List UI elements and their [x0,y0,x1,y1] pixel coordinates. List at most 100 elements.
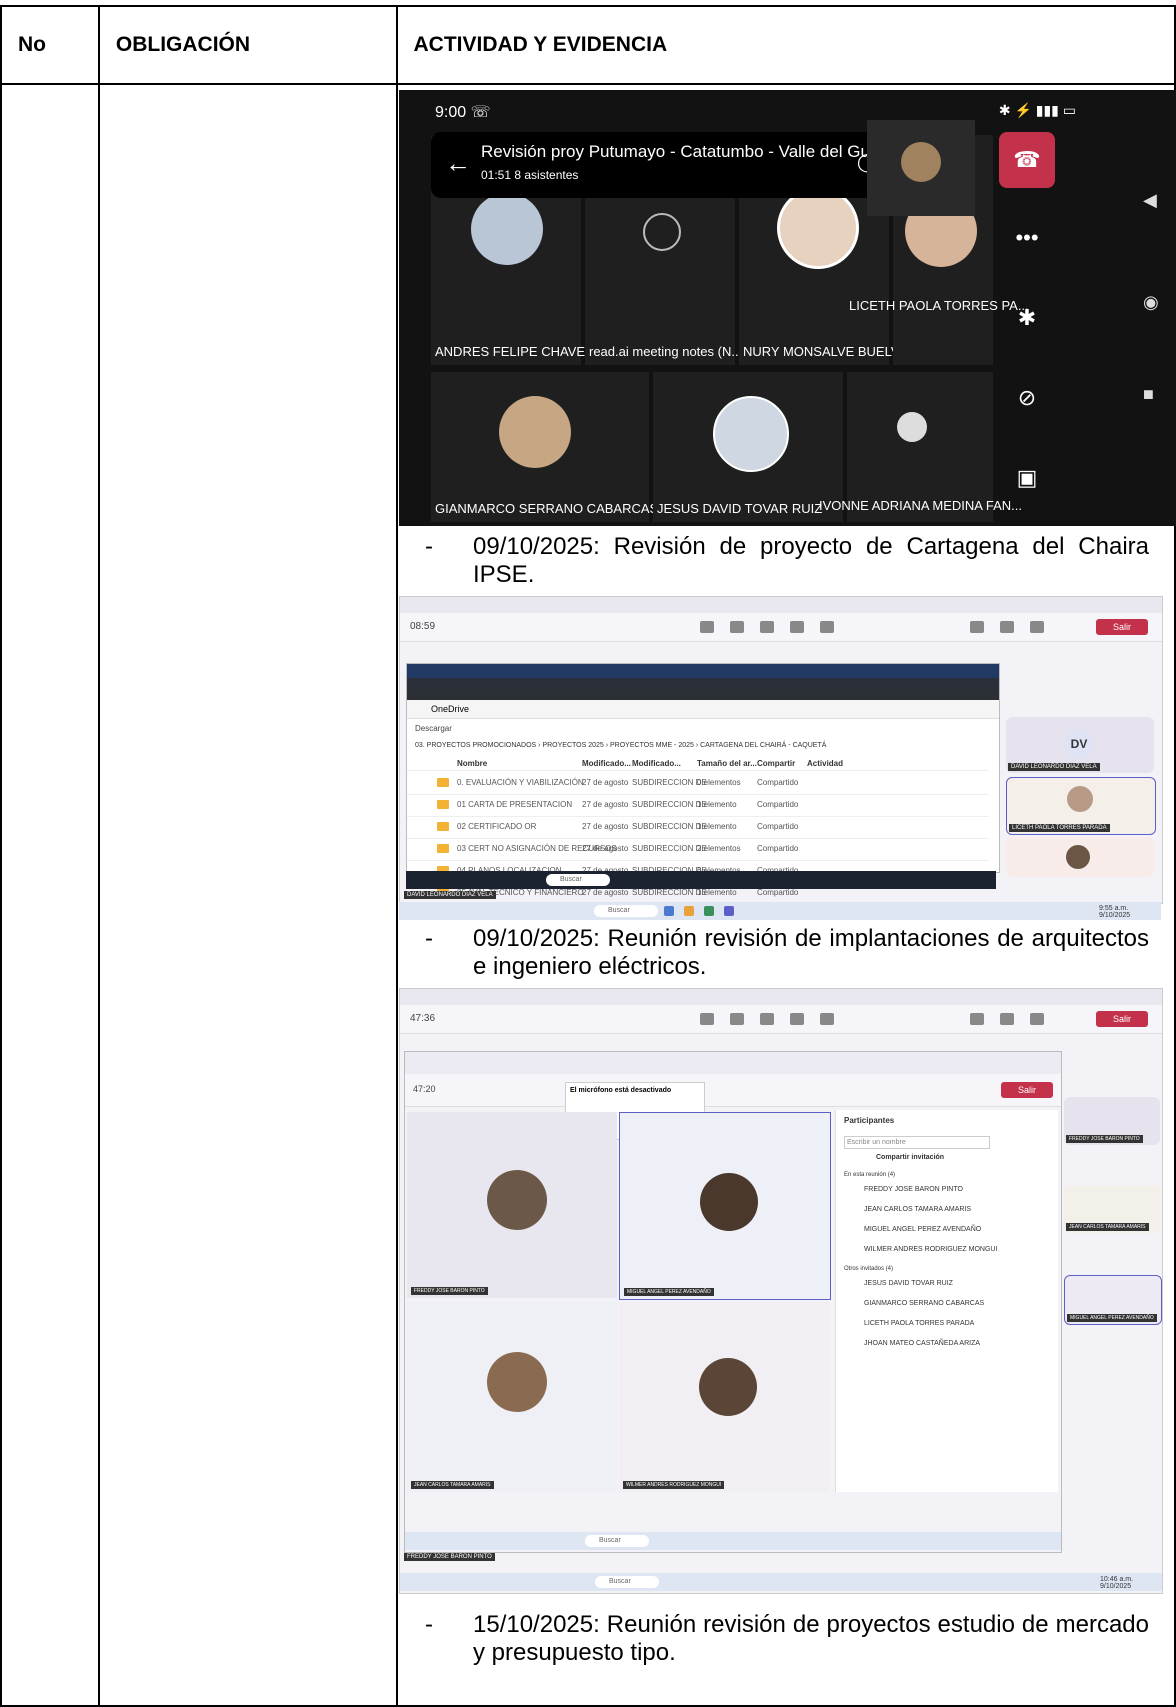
participant-item[interactable]: FREDDY JOSE BARON PINTO [864,1186,963,1193]
file-date: 27 de agosto [582,822,629,831]
mic-off-icon[interactable]: ⊘ [999,370,1055,426]
others-header: Otros invitados (4) [844,1266,894,1272]
camera-icon[interactable] [970,1013,984,1025]
chat-icon[interactable] [700,621,714,633]
participant-name: NURY MONSALVE BUELVAS [743,344,916,359]
back-arrow-icon[interactable]: ← [445,148,471,179]
os-taskbar: Buscar 9:55 a.m. 9/10/2025 [399,902,1161,920]
clock-time: 10:46 a.m. [1100,1576,1134,1583]
hangup-icon[interactable]: ☎ [999,132,1055,188]
raise-hand-icon[interactable] [760,1013,774,1025]
file-size: 1 elemento [697,800,737,809]
activity-entry: - 15/10/2025: Reunión revisión de proyec… [425,1611,1165,1671]
video-tile: WILMER ANDRES RODRIGUEZ MONGUI [619,1302,829,1492]
phone-status-time: 9:00 ☏ [435,102,491,122]
file-size: 2 elementos [697,844,741,853]
taskbar-search[interactable]: Buscar [594,905,658,917]
onedrive-meeting-screenshot: 08:59 Salir OneDrive Descargar 03. PROYE… [399,596,1163,904]
nav-recent-icon[interactable]: ■ [1143,384,1154,405]
notice-title: El micrófono está desactivado [570,1087,672,1094]
teams-icon[interactable] [724,906,734,916]
participant-item[interactable]: LICETH PAOLA TORRES PARADA [864,1320,974,1327]
user-icon [897,412,927,442]
side-participant-tile: LICETH PAOLA TORRES PARADA [1006,777,1156,835]
activity-text: 15/10/2025: Reunión revisión de proyecto… [473,1611,1149,1666]
participants-panel: Participantes Escribir un nombre Compart… [835,1110,1058,1492]
initials-avatar: DV [1064,729,1094,759]
avatar [699,1358,757,1416]
mic-icon[interactable] [1000,621,1014,633]
nav-back-icon[interactable]: ◀ [1143,190,1157,211]
meeting-clock: 08:59 [410,621,436,632]
file-row[interactable]: 0. EVALUACIÓN Y VIABILIZACIÓN 27 de agost… [407,772,989,795]
avatar [777,187,859,269]
mic-icon[interactable] [1000,1013,1014,1025]
col-modified-by[interactable]: Modificado... [632,759,681,768]
avatar [901,142,941,182]
col-modified[interactable]: Modificado... [582,759,631,768]
col-size[interactable]: Tamaño del ar... [697,759,757,768]
side-participant-tile: DV DAVID LEONARDO DIAZ VELA [1006,717,1154,773]
meeting-clock: 47:36 [410,1013,436,1024]
raise-hand-icon[interactable] [760,621,774,633]
app-name: OneDrive [431,704,470,714]
inner-leave-button[interactable]: Salir [1001,1082,1053,1098]
col-name[interactable]: Nombre [457,759,487,768]
meeting-toolbar: 47:36 Salir [400,1005,1162,1034]
nav-home-icon[interactable]: ◉ [1143,292,1159,313]
share-invite-button[interactable]: Compartir invitación [876,1154,944,1161]
chat-icon[interactable] [700,1013,714,1025]
panel-title: Participantes [844,1116,895,1125]
col-activity[interactable]: Actividad [807,759,843,768]
view-icon[interactable] [820,621,834,633]
breadcrumb: 03. PROYECTOS PROMOCIONADOS › PROYECTOS … [415,742,827,749]
taskbar-search[interactable]: Buscar [546,874,610,886]
file-row[interactable]: 02 CERTIFICADO OR 27 de agosto SUBDIRECCIO… [407,816,989,839]
file-row[interactable]: 03 CERT NO ASIGNACIÓN DE RECURSOS 27 de a… [407,838,989,861]
col-share[interactable]: Compartir [757,759,795,768]
shared-browser-window: OneDrive Descargar 03. PROYECTOS PROMOCI… [406,663,1000,897]
leave-button[interactable]: Salir [1096,619,1148,635]
participant-item[interactable]: GIANMARCO SERRANO CABARCAS [864,1300,984,1307]
clock-date: 9/10/2025 [1099,912,1131,919]
react-icon[interactable] [790,621,804,633]
browser-tabs [407,664,999,678]
status-time-text: 9:00 [435,104,467,121]
inner-toolbar: 47:20 Salir [405,1074,1061,1107]
participant-item[interactable]: JEAN CARLOS TAMARA AMARIS [864,1206,971,1213]
camera-icon[interactable] [970,621,984,633]
file-share: Compartido [757,800,799,809]
camera-off-icon[interactable]: ▣ [999,450,1055,506]
app-icon[interactable] [664,906,674,916]
participant-tile: GIANMARCO SERRANO CABARCAS [431,372,658,522]
avatar [713,396,789,472]
participant-item[interactable]: JHOAN MATEO CASTAÑEDA ARIZA [864,1340,980,1347]
share-icon[interactable] [1030,621,1044,633]
taskbar-search[interactable]: Buscar [585,1535,649,1547]
bluetooth-icon[interactable]: ✱ [999,290,1055,346]
participant-item[interactable]: WILMER ANDRES RODRIGUEZ MONGUI [864,1246,997,1253]
participant-search[interactable]: Escribir un nombre [844,1136,990,1149]
react-icon[interactable] [790,1013,804,1025]
leave-button[interactable]: Salir [1096,1011,1148,1027]
participant-item[interactable]: JESUS DAVID TOVAR RUIZ [864,1280,953,1287]
people-icon[interactable] [730,621,744,633]
app-icon[interactable] [704,906,714,916]
view-icon[interactable] [820,1013,834,1025]
more-icon[interactable]: ••• [999,210,1055,266]
avatar [1067,786,1093,812]
download-button[interactable]: Descargar [415,724,452,733]
side-participant-name: MIGUEL ANGEL PEREZ AVENDAÑO [1067,1314,1157,1322]
app-icon[interactable] [684,906,694,916]
taskbar-search[interactable]: Buscar [595,1576,659,1588]
header-no: No [18,33,46,56]
people-icon[interactable] [730,1013,744,1025]
file-row[interactable]: 01 CARTA DE PRESENTACION 27 de agosto SUBD… [407,794,989,817]
file-list-header: Nombre Modificado... Modificado... Tamañ… [407,756,989,771]
file-share: Compartido [757,888,799,897]
file-name: 02 CERTIFICADO OR [457,822,537,831]
share-icon[interactable] [1030,1013,1044,1025]
file-date: 27 de agosto [582,778,629,787]
tile-name: FREDDY JOSE BARON PINTO [411,1287,488,1295]
participant-item[interactable]: MIGUEL ANGEL PEREZ AVENDAÑO [864,1226,981,1233]
